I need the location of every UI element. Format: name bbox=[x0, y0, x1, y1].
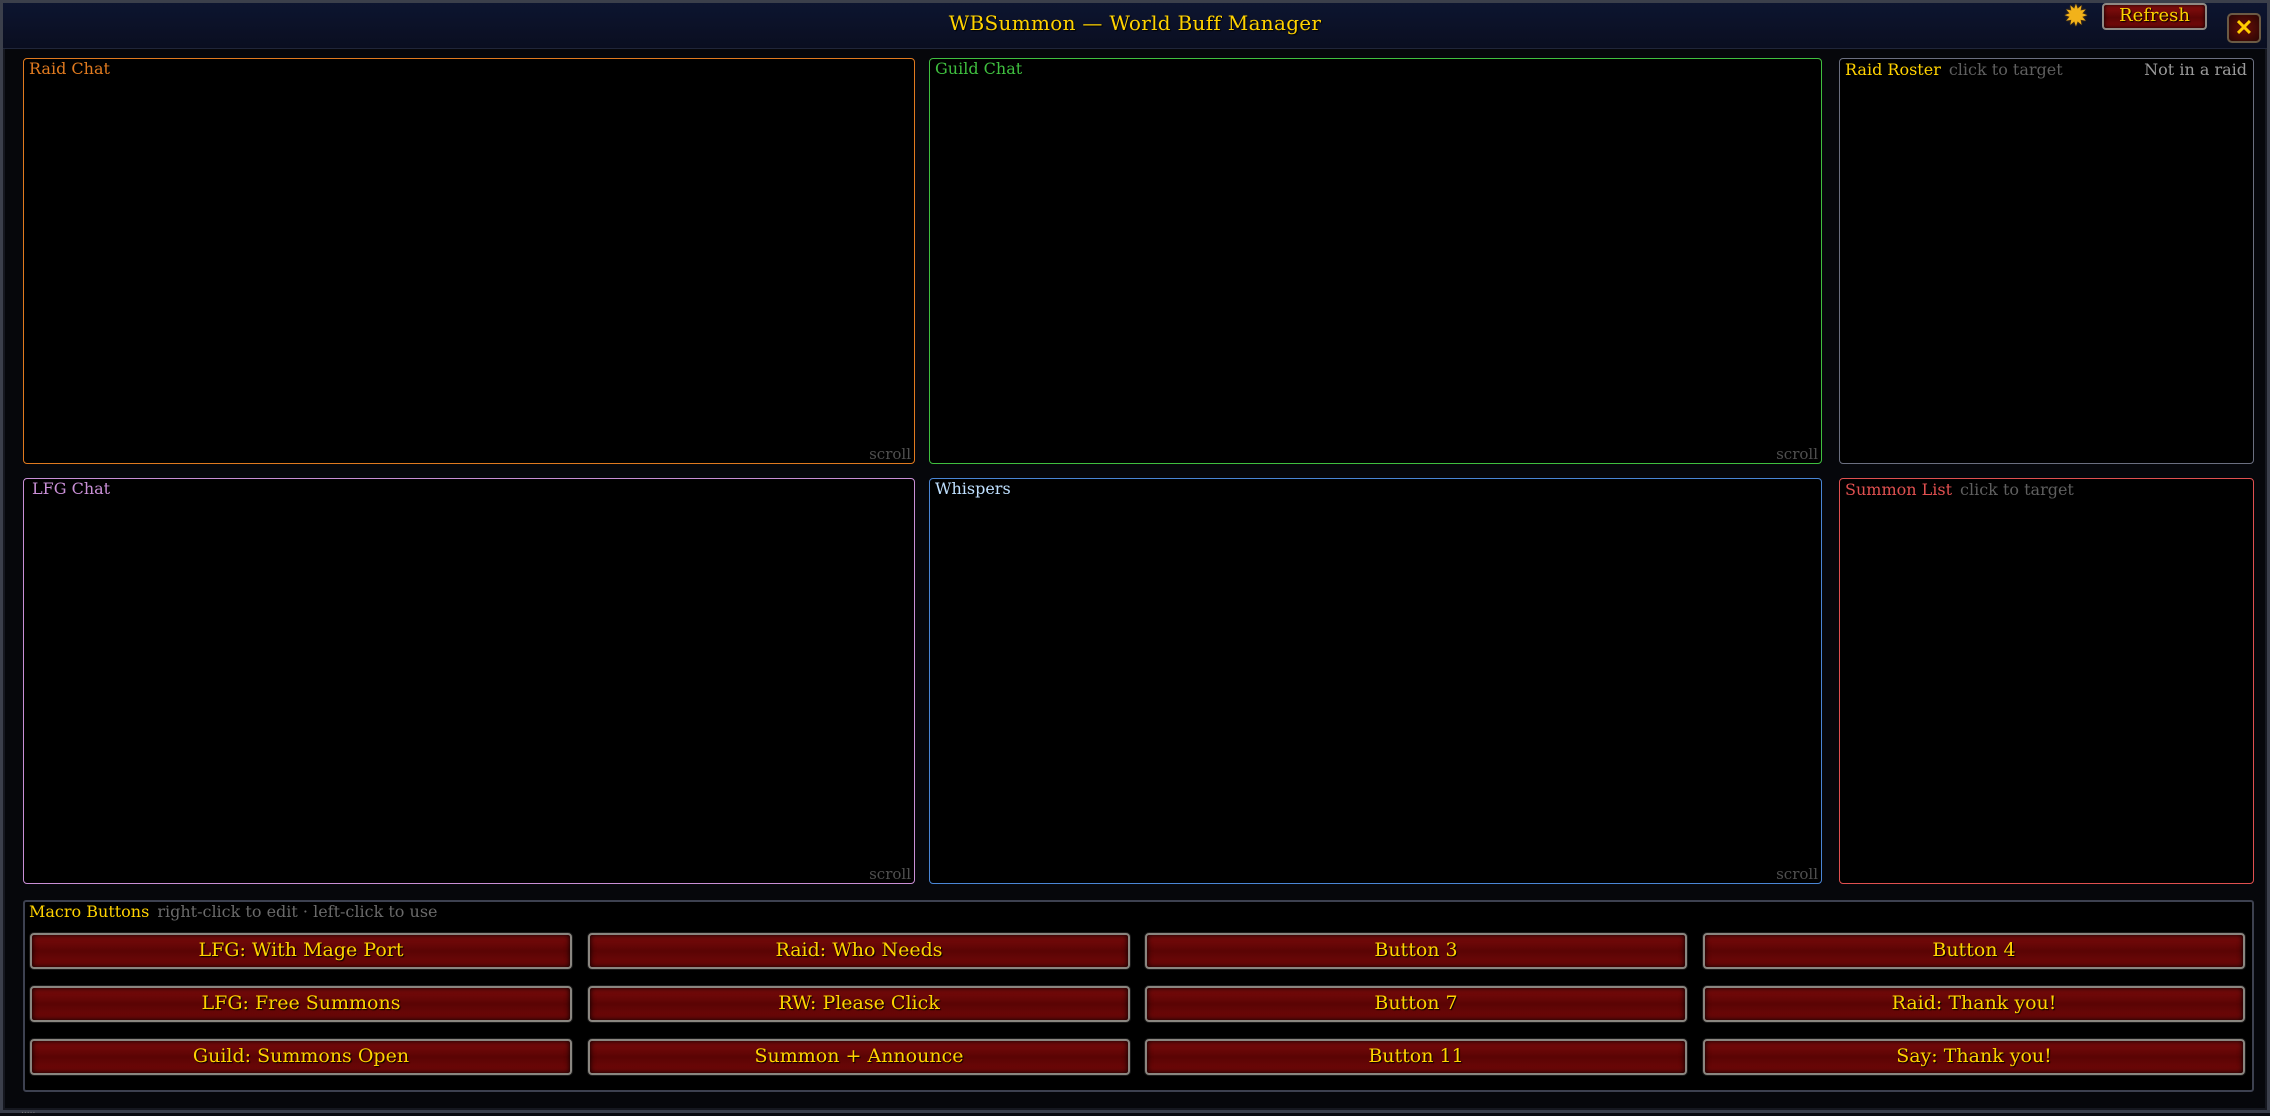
wbsummon-window: WBSummon — World Buff Manager ✹ Refresh … bbox=[0, 0, 2270, 1116]
raid-roster-hint: click to target bbox=[1948, 60, 2063, 79]
whispers-scroll-label: scroll bbox=[1776, 865, 1818, 883]
macro-button-4[interactable]: Button 4 bbox=[1703, 933, 2245, 969]
close-icon[interactable]: ✕ bbox=[2227, 13, 2261, 43]
guild-chat-title: Guild Chat bbox=[935, 59, 1023, 78]
summon-list-title: Summon List click to target bbox=[1845, 480, 2074, 499]
summon-list-panel[interactable]: Summon List click to target bbox=[1839, 478, 2254, 884]
whispers-title: Whispers bbox=[935, 479, 1011, 498]
macro-button-9[interactable]: Guild: Summons Open bbox=[30, 1039, 572, 1075]
macro-button-7[interactable]: Button 7 bbox=[1145, 986, 1687, 1022]
gear-icon[interactable]: ✹ bbox=[2062, 2, 2090, 32]
summon-list-label: Summon List bbox=[1845, 480, 1953, 499]
title-bar[interactable]: WBSummon — World Buff Manager bbox=[3, 3, 2267, 49]
raid-roster-label: Raid Roster bbox=[1845, 60, 1941, 79]
macro-button-5[interactable]: LFG: Free Summons bbox=[30, 986, 572, 1022]
lfg-chat-panel[interactable]: LFG Chat scroll bbox=[23, 478, 915, 884]
macro-buttons-panel: Macro Buttons right-click to edit · left-… bbox=[23, 900, 2254, 1092]
macro-button-1[interactable]: LFG: With Mage Port bbox=[30, 933, 572, 969]
window-title: WBSummon — World Buff Manager bbox=[948, 11, 1322, 35]
raid-chat-title: Raid Chat bbox=[29, 59, 110, 78]
footer-dots: ..... bbox=[21, 1106, 36, 1116]
macro-button-12[interactable]: Say: Thank you! bbox=[1703, 1039, 2245, 1075]
raid-chat-scroll-label: scroll bbox=[869, 445, 911, 463]
macro-button-8[interactable]: Raid: Thank you! bbox=[1703, 986, 2245, 1022]
raid-roster-status: Not in a raid bbox=[2144, 60, 2247, 79]
macro-button-2[interactable]: Raid: Who Needs bbox=[588, 933, 1130, 969]
macro-button-3[interactable]: Button 3 bbox=[1145, 933, 1687, 969]
macro-button-11[interactable]: Button 11 bbox=[1145, 1039, 1687, 1075]
raid-chat-panel[interactable]: Raid Chat scroll bbox=[23, 58, 915, 464]
summon-list-hint: click to target bbox=[1960, 480, 2074, 499]
macro-button-6[interactable]: RW: Please Click bbox=[588, 986, 1130, 1022]
whispers-panel[interactable]: Whispers scroll bbox=[929, 478, 1822, 884]
lfg-chat-scroll-label: scroll bbox=[869, 865, 911, 883]
macro-buttons-title: Macro Buttons right-click to edit · left-… bbox=[29, 902, 438, 921]
macro-buttons-label: Macro Buttons bbox=[29, 902, 150, 921]
guild-chat-panel[interactable]: Guild Chat scroll bbox=[929, 58, 1822, 464]
lfg-chat-title: LFG Chat bbox=[32, 479, 111, 498]
macro-button-10[interactable]: Summon + Announce bbox=[588, 1039, 1130, 1075]
raid-roster-title: Raid Roster click to target bbox=[1845, 60, 2063, 79]
refresh-button[interactable]: Refresh bbox=[2102, 3, 2207, 30]
raid-roster-panel[interactable]: Raid Roster click to target Not in a raid bbox=[1839, 58, 2254, 464]
guild-chat-scroll-label: scroll bbox=[1776, 445, 1818, 463]
macro-buttons-hint: right-click to edit · left-click to use bbox=[157, 902, 438, 921]
